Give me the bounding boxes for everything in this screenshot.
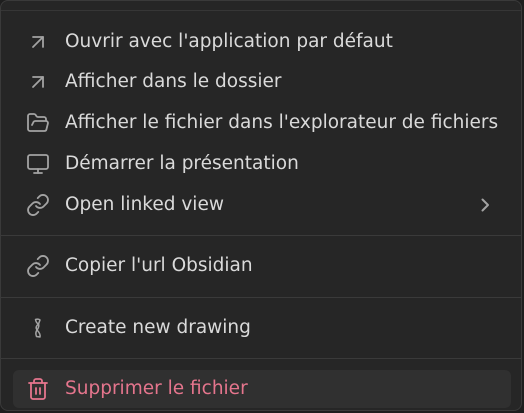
chevron-right-icon	[475, 195, 495, 215]
menu-item-delete-file[interactable]: Supprimer le fichier	[13, 370, 511, 408]
menu-divider	[1, 297, 521, 298]
monitor-icon	[26, 152, 50, 176]
menu-item-start-presentation[interactable]: Démarrer la présentation	[13, 145, 511, 183]
arrow-up-right-icon	[26, 70, 50, 94]
trash-icon	[26, 377, 50, 401]
menu-divider	[1, 235, 521, 236]
menu-item-label: Create new drawing	[65, 317, 251, 338]
context-menu: Ouvrir avec l'application par défaut Aff…	[0, 0, 522, 411]
menu-item-label: Supprimer le fichier	[65, 378, 248, 399]
arrow-up-right-icon	[26, 30, 50, 54]
menu-item-label: Afficher le fichier dans l'explorateur d…	[65, 112, 499, 133]
excalidraw-icon	[26, 316, 50, 340]
menu-divider	[1, 10, 521, 11]
menu-item-open-default-app[interactable]: Ouvrir avec l'application par défaut	[13, 23, 511, 61]
menu-item-label: Copier l'url Obsidian	[65, 255, 253, 276]
menu-item-show-in-explorer[interactable]: Afficher le fichier dans l'explorateur d…	[13, 104, 511, 142]
menu-item-label: Afficher dans le dossier	[65, 71, 282, 92]
menu-item-label: Open linked view	[65, 194, 224, 215]
link-icon	[26, 193, 50, 217]
menu-divider	[1, 358, 521, 359]
menu-item-open-linked-view[interactable]: Open linked view	[13, 186, 511, 224]
menu-item-copy-obsidian-url[interactable]: Copier l'url Obsidian	[13, 247, 511, 285]
menu-item-create-new-drawing[interactable]: Create new drawing	[13, 309, 511, 347]
folder-open-icon	[26, 111, 50, 135]
menu-item-show-in-folder[interactable]: Afficher dans le dossier	[13, 63, 511, 101]
link-icon	[26, 254, 50, 278]
menu-item-label: Démarrer la présentation	[65, 153, 299, 174]
menu-item-label: Ouvrir avec l'application par défaut	[65, 31, 393, 52]
